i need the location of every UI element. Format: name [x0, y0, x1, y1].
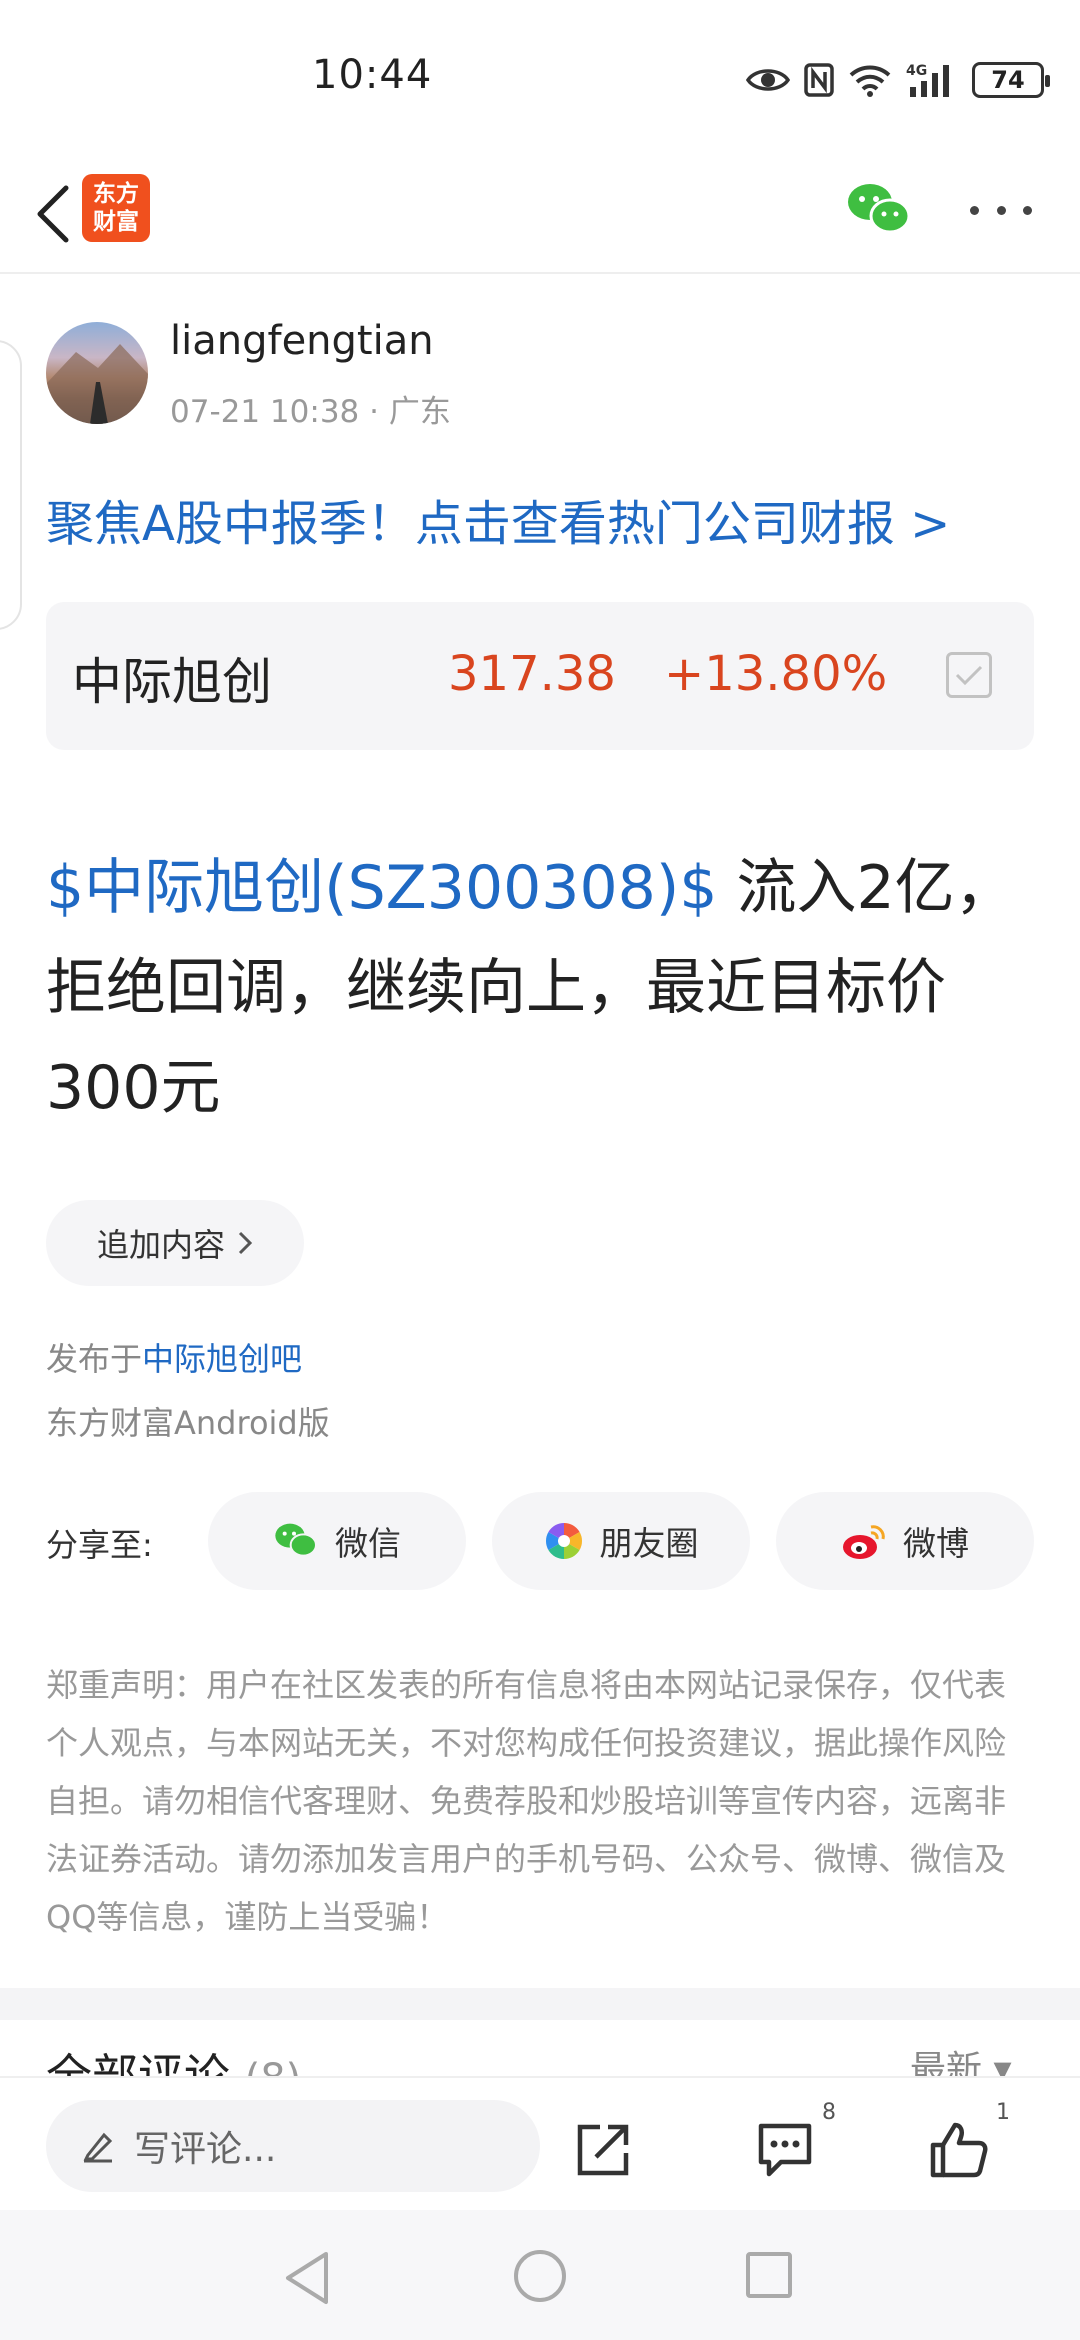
stock-change: +13.80% [664, 646, 888, 702]
earnings-promo-link[interactable]: 聚焦A股中报季！点击查看热门公司财报 > [46, 484, 950, 554]
stock-tag-link[interactable]: $中际旭创(SZ300308)$ [46, 853, 717, 923]
signal-icon: 4G [906, 63, 949, 97]
system-recents-icon[interactable] [746, 2252, 792, 2298]
stock-quote-card[interactable]: 中际旭创 317.38 +13.80% [46, 602, 1034, 750]
post-content: $中际旭创(SZ300308)$ 流入2亿，拒绝回调，继续向上，最近目标价300… [46, 838, 1042, 1138]
share-label: 分享至: [46, 1526, 153, 1564]
check-icon [955, 665, 983, 686]
chevron-right-icon [238, 1231, 253, 1255]
published-prefix: 发布于 [46, 1340, 143, 1378]
top-nav: 东方 财富 [0, 150, 1080, 274]
post-detail-page: 10:44 4G 74 东方 财富 liangfengtian 07-21 10… [0, 0, 1080, 2340]
share-button[interactable] [568, 2118, 638, 2182]
moments-icon [545, 1523, 582, 1559]
stock-name: 中际旭创 [72, 653, 272, 711]
stock-price: 317.38 [448, 646, 616, 702]
comment-input[interactable]: 写评论... [46, 2100, 540, 2192]
battery-icon: 74 [972, 62, 1050, 98]
back-button[interactable] [22, 178, 86, 250]
back-arrow-icon [37, 185, 69, 243]
system-back-icon[interactable] [282, 2250, 332, 2306]
eye-icon [746, 69, 790, 91]
wechat-icon [848, 184, 911, 234]
post-meta: 07-21 10:38 · 广东 [170, 394, 451, 430]
status-icons: 4G 74 [746, 52, 1050, 108]
wifi-icon [849, 65, 891, 97]
share-moments-label: 朋友圈 [599, 1524, 699, 1563]
add-watchlist-checkbox[interactable] [946, 652, 992, 698]
system-home-icon[interactable] [514, 2250, 566, 2302]
thumbs-up-icon [930, 2122, 988, 2178]
weibo-icon [843, 1525, 885, 1559]
avatar[interactable] [46, 322, 148, 424]
logo-line2: 财富 [93, 209, 139, 235]
share-weibo-label: 微博 [903, 1524, 969, 1563]
disclaimer: 郑重声明：用户在社区发表的所有信息将由本网站记录保存，仅代表个人观点，与本网站无… [46, 1666, 1007, 1936]
pencil-icon [83, 2132, 113, 2163]
published-in: 发布于中际旭创吧 [46, 1334, 302, 1380]
side-floating-tab[interactable] [0, 340, 22, 630]
share-wechat-label: 微信 [335, 1524, 401, 1563]
share-moments-button[interactable]: 朋友圈 [492, 1492, 750, 1590]
logo-line1: 东方 [93, 181, 139, 207]
comment-placeholder: 写评论... [134, 2129, 277, 2170]
bottom-action-bar: 写评论... 8 1 [0, 2076, 1080, 2210]
status-time: 10:44 [312, 52, 433, 98]
more-icon[interactable] [970, 192, 1032, 228]
share-weibo-button[interactable]: 微博 [776, 1492, 1034, 1590]
share-external-icon [577, 2124, 629, 2176]
forum-link[interactable]: 中际旭创吧 [142, 1340, 302, 1378]
app-logo[interactable]: 东方 财富 [82, 174, 150, 242]
author-name[interactable]: liangfengtian [170, 318, 434, 364]
share-wechat-button[interactable]: 微信 [208, 1492, 466, 1590]
add-content-label: 追加内容 [96, 1226, 225, 1264]
add-content-button[interactable]: 追加内容 [46, 1200, 304, 1286]
system-nav-bar [0, 2210, 1080, 2340]
avatar-image [46, 344, 148, 424]
like-button[interactable]: 1 [924, 2100, 1010, 2182]
comments-badge: 8 [822, 2100, 836, 2125]
likes-badge: 1 [996, 2100, 1010, 2125]
nfc-icon [804, 63, 834, 97]
wechat-icon [275, 1523, 317, 1557]
section-divider [0, 1988, 1080, 2020]
comments-button[interactable]: 8 [750, 2100, 836, 2182]
client-source: 东方财富Android版 [46, 1404, 330, 1442]
network-type: 4G [906, 63, 927, 79]
status-bar: 10:44 4G 74 [0, 0, 1080, 150]
comment-icon [758, 2123, 812, 2177]
wechat-share-button[interactable] [846, 180, 912, 240]
